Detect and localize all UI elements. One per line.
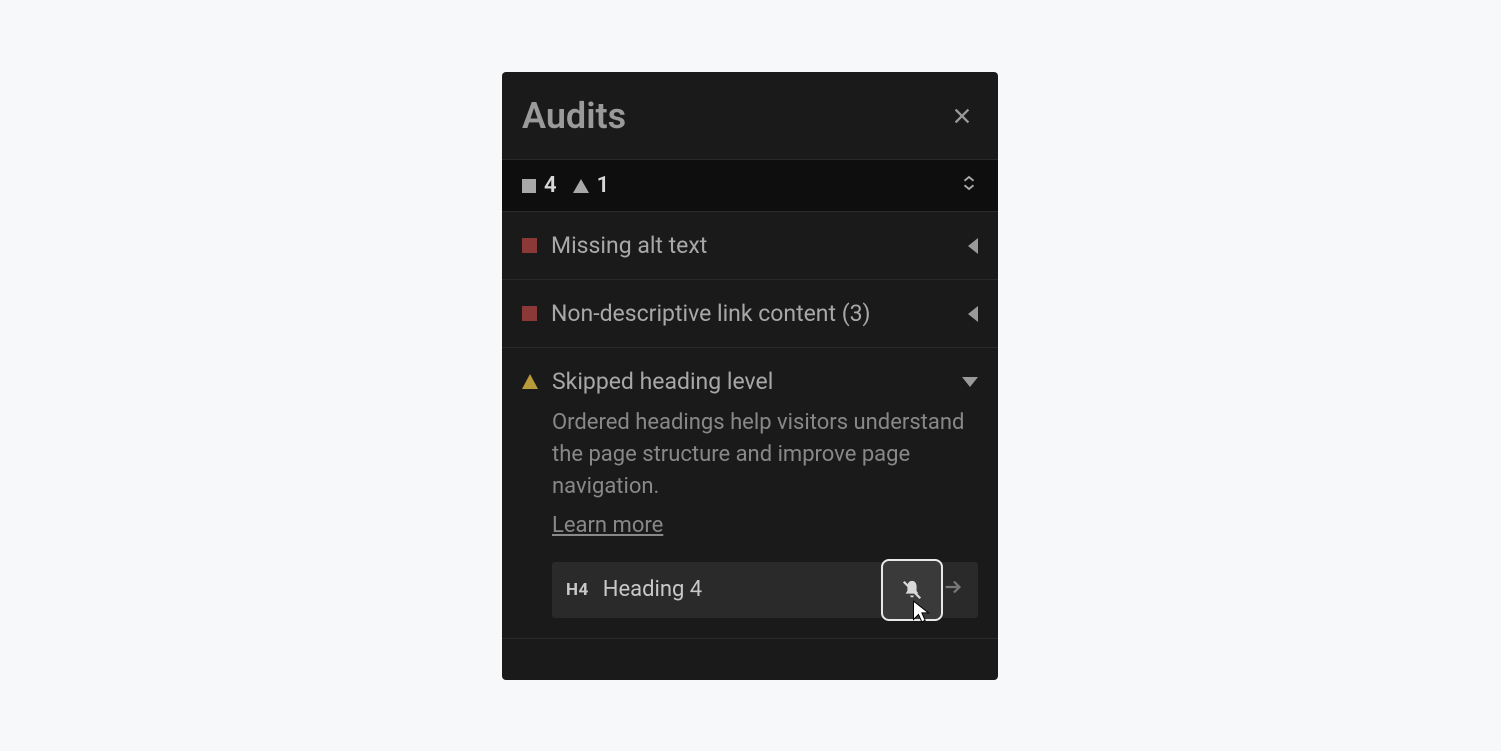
- cursor-icon: [911, 599, 931, 625]
- audit-label: Missing alt text: [551, 232, 707, 259]
- warning-icon: [522, 374, 538, 389]
- error-count: 4: [544, 173, 557, 198]
- audit-label: Non-descriptive link content (3): [551, 300, 871, 327]
- panel-title: Audits: [522, 95, 626, 137]
- close-button[interactable]: [946, 100, 978, 132]
- audits-panel: Audits 4 1 Missing alt text: [502, 72, 998, 680]
- audit-item-skipped-heading: Skipped heading level Ordered headings h…: [502, 348, 998, 639]
- warning-triangle-icon: [573, 179, 589, 193]
- audit-item-left: Missing alt text: [522, 232, 707, 259]
- audit-label: Skipped heading level: [552, 368, 773, 395]
- audit-item-left: Non-descriptive link content (3): [522, 300, 871, 327]
- chevron-left-icon: [968, 306, 978, 322]
- audit-item-non-descriptive-link[interactable]: Non-descriptive link content (3): [502, 280, 998, 348]
- error-icon: [522, 306, 537, 321]
- mute-audit-button[interactable]: [881, 559, 943, 621]
- learn-more-link[interactable]: Learn more: [522, 513, 663, 538]
- chevron-down-icon: [962, 377, 978, 387]
- element-name: Heading 4: [603, 577, 928, 602]
- audit-item-missing-alt[interactable]: Missing alt text: [502, 212, 998, 280]
- error-square-icon: [522, 179, 536, 193]
- audit-item-left: Skipped heading level: [522, 368, 773, 395]
- heading-badge: H4: [566, 580, 589, 600]
- close-icon: [951, 105, 973, 127]
- affected-element-row[interactable]: H4 Heading 4: [552, 562, 978, 618]
- audit-item-header[interactable]: Skipped heading level: [522, 368, 978, 395]
- chevron-left-icon: [968, 238, 978, 254]
- collapse-icon: [960, 173, 978, 193]
- summary-counts: 4 1: [522, 173, 617, 198]
- panel-header: Audits: [502, 72, 998, 160]
- warning-count: 1: [597, 173, 610, 198]
- audit-summary[interactable]: 4 1: [502, 160, 998, 212]
- audit-description: Ordered headings help visitors understan…: [522, 407, 978, 503]
- arrow-right-icon: [942, 576, 964, 604]
- error-icon: [522, 238, 537, 253]
- collapse-all-button[interactable]: [960, 173, 978, 199]
